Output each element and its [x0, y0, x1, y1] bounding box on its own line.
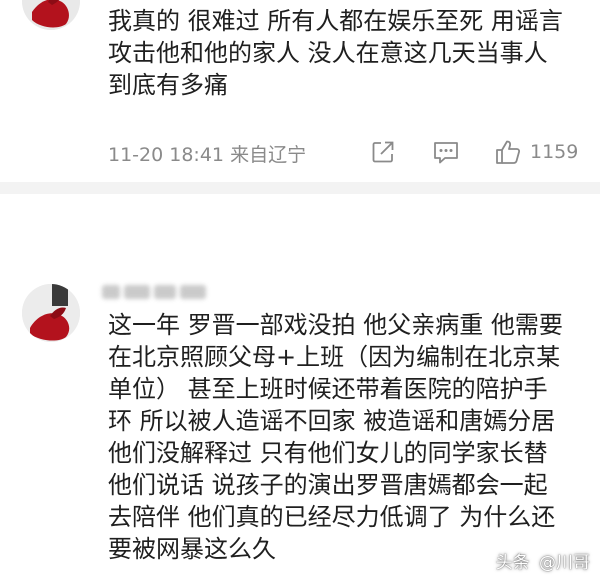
comment-meta: 11-20 18:41 来自辽宁 1159	[108, 136, 588, 168]
comment-line: 我真的 很难过 所有人都在娱乐至死 用谣言	[108, 7, 563, 35]
comment-text: 我真的 很难过 所有人都在娱乐至死 用谣言 攻击他和他的家人 没人在意这几天当事…	[108, 5, 588, 101]
section-divider	[0, 182, 600, 194]
like-count: 1159	[530, 141, 579, 163]
comment-line: 在北京照顾父母+上班（因为编制在北京某	[108, 343, 561, 371]
thumbs-up-icon	[496, 140, 521, 164]
avatar[interactable]	[22, 284, 80, 342]
comment-time: 11-20 18:41 来自辽宁	[108, 140, 306, 167]
avatar-image	[22, 0, 80, 30]
location: 来自辽宁	[230, 144, 307, 166]
avatar[interactable]	[22, 0, 80, 30]
comment-line: 到底有多痛	[108, 71, 228, 99]
comment-line: 他们没解释过 只有他们女儿的同学家长替	[108, 439, 548, 467]
comment-line: 攻击他和他的家人 没人在意这几天当事人	[108, 39, 548, 67]
avatar-image	[22, 284, 80, 342]
comment-icon	[434, 142, 458, 164]
comment-line: 这一年 罗晋一部戏没拍 他父亲病重 他需要	[108, 311, 563, 339]
comment-line: 单位） 甚至上班时候还带着医院的陪护手	[108, 375, 548, 403]
comment-line: 环 所以被人造谣不回家 被造谣和唐嫣分居	[108, 407, 556, 435]
username-blurred[interactable]	[102, 284, 212, 304]
timestamp: 11-20 18:41	[108, 144, 225, 166]
comment-1: 我真的 很难过 所有人都在娱乐至死 用谣言 攻击他和他的家人 没人在意这几天当事…	[0, 0, 600, 182]
watermark-author: @川哥	[539, 552, 590, 573]
watermark-platform: 头条	[495, 552, 530, 573]
comment-button[interactable]	[432, 136, 460, 168]
share-icon	[372, 141, 394, 163]
watermark: 头条 @川哥	[496, 547, 590, 573]
share-button[interactable]	[370, 136, 396, 168]
comment-text: 这一年 罗晋一部戏没拍 他父亲病重 他需要 在北京照顾父母+上班（因为编制在北京…	[108, 309, 588, 565]
like-button[interactable]: 1159	[494, 136, 578, 168]
comment-line: 去陪伴 他们真的已经尽力低调了 为什么还	[108, 503, 556, 531]
watermark-separator	[532, 550, 537, 570]
comment-line: 他们说话 说孩子的演出罗晋唐嫣都会一起	[108, 471, 548, 499]
